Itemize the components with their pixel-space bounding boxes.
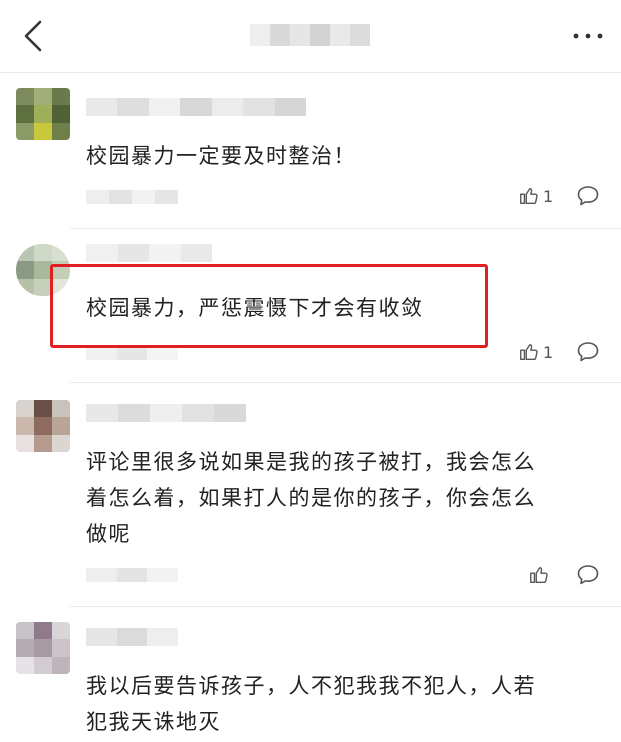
comment-text: 校园暴力一定要及时整治！ <box>86 144 356 168</box>
like-button[interactable] <box>528 563 550 587</box>
divider <box>70 382 621 383</box>
thumbs-up-icon <box>520 343 538 361</box>
username-blurred[interactable] <box>86 404 246 422</box>
like-count: 1 <box>543 342 554 362</box>
like-button[interactable]: 1 <box>518 184 553 208</box>
highlight-box <box>50 264 488 348</box>
comment-text-line: 做呢 <box>86 522 131 546</box>
comment-bubble-icon <box>577 186 599 206</box>
username-blurred[interactable] <box>86 628 179 646</box>
page-title-blurred <box>250 24 370 46</box>
username-blurred[interactable] <box>86 244 212 262</box>
reply-button[interactable] <box>576 564 600 586</box>
timestamp-blurred <box>86 568 179 582</box>
comment-bubble-icon <box>577 342 599 362</box>
comment-text: 评论里很多说如果是我的孩子被打，我会怎么 着怎么着，如果打人的是你的孩子，你会怎… <box>86 444 606 552</box>
top-bar <box>0 0 621 73</box>
username-blurred[interactable] <box>86 98 306 116</box>
avatar[interactable] <box>16 88 70 140</box>
timestamp-blurred <box>86 346 179 360</box>
comment-text-line: 我以后要告诉孩子，人不犯我我不犯人，人若 <box>86 674 536 698</box>
reply-button[interactable] <box>576 341 600 363</box>
avatar[interactable] <box>16 622 70 674</box>
comment-text: 我以后要告诉孩子，人不犯我我不犯人，人若 犯我天诛地灭 <box>86 668 606 740</box>
back-icon[interactable] <box>16 18 52 54</box>
like-count: 1 <box>543 186 554 206</box>
thumbs-up-icon <box>520 187 538 205</box>
divider <box>70 606 621 607</box>
comment-bubble-icon <box>577 565 599 585</box>
reply-button[interactable] <box>576 185 600 207</box>
like-button[interactable]: 1 <box>518 340 553 364</box>
more-options-icon[interactable] <box>568 22 608 50</box>
divider <box>70 228 621 229</box>
comment-text-line: 犯我天诛地灭 <box>86 710 221 734</box>
comment-text-line: 着怎么着，如果打人的是你的孩子，你会怎么 <box>86 486 536 510</box>
timestamp-blurred <box>86 190 178 204</box>
thumbs-up-icon <box>530 566 548 584</box>
avatar[interactable] <box>16 400 70 452</box>
comment-text-line: 评论里很多说如果是我的孩子被打，我会怎么 <box>86 450 536 474</box>
